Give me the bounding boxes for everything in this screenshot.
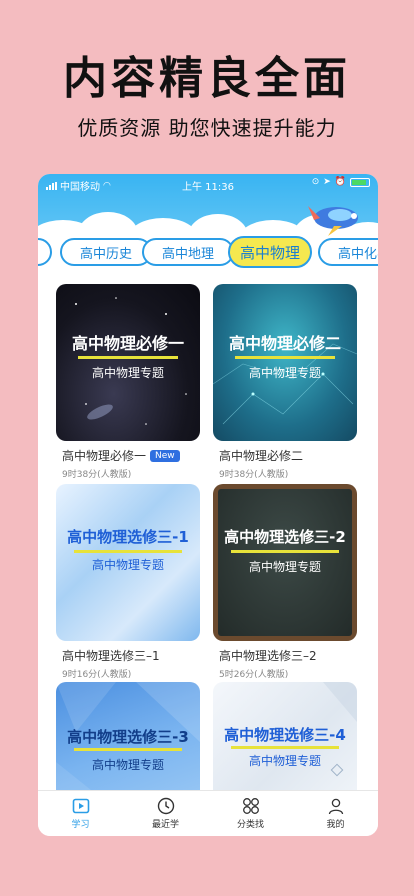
course-title-row: 高中物理选修三–1 xyxy=(56,647,200,664)
thumbnail-subtitle: 高中物理专题 xyxy=(248,754,321,768)
course-thumbnail[interactable]: 高中物理必修二 高中物理专题 xyxy=(213,284,357,441)
thumbnail-underline xyxy=(78,356,178,359)
course-card[interactable]: 高中物理必修二 高中物理专题 高中物理必修二 9时38分(人教版) xyxy=(213,284,357,480)
tab-geography[interactable]: 高中地理 xyxy=(142,238,234,266)
tabbar-study[interactable]: 学习 xyxy=(38,791,123,836)
tab-label: 高中化学 xyxy=(337,246,378,262)
course-title: 高中物理选修三–1 xyxy=(62,649,160,663)
tab-previous[interactable] xyxy=(38,238,52,266)
tabbar-label: 我的 xyxy=(326,820,345,830)
tab-chemistry[interactable]: 高中化学 xyxy=(318,238,378,266)
thumbnail-subtitle: 高中物理专题 xyxy=(248,366,321,380)
phone-screen: 中国移动 ◠ 上午 11:36 ⊙ ➤ ⏰ 高中历史 高中地理 高中物理 高中化… xyxy=(38,174,378,836)
thumbnail-title: 高中物理必修二 xyxy=(228,334,341,353)
tabbar-recent[interactable]: 最近学 xyxy=(123,791,208,836)
tabbar-label: 分类找 xyxy=(236,820,264,830)
tabbar-profile[interactable]: 我的 xyxy=(293,791,378,836)
thumbnail-subtitle: 高中物理专题 xyxy=(248,560,321,574)
thumbnail-title: 高中物理选修三-3 xyxy=(67,728,189,746)
promo-subtitle: 优质资源 助您快速提升能力 xyxy=(77,116,337,140)
tabbar-category[interactable]: 分类找 xyxy=(208,791,293,836)
course-meta: 9时38分(人教版) xyxy=(62,470,132,480)
lock-rotation-icon: ⊙ xyxy=(311,177,320,187)
subject-tabs: 高中历史 高中地理 高中物理 高中化学 xyxy=(38,234,378,268)
new-badge: New xyxy=(150,449,180,462)
course-title-row: 高中物理选修三–2 xyxy=(213,647,357,664)
tab-label: 高中地理 xyxy=(161,246,214,262)
course-thumbnail[interactable]: 高中物理选修三-2 高中物理专题 xyxy=(213,484,357,641)
battery-icon xyxy=(350,177,370,187)
course-card[interactable]: 高中物理选修三-1 高中物理专题 高中物理选修三–1 9时16分(人教版) xyxy=(56,484,200,680)
course-title-row: 高中物理必修一 New xyxy=(56,447,200,464)
user-icon xyxy=(328,798,343,815)
thumbnail-subtitle: 高中物理专题 xyxy=(91,558,164,572)
thumbnail-title: 高中物理必修一 xyxy=(71,334,184,353)
status-bar: 中国移动 ◠ 上午 11:36 ⊙ ➤ ⏰ xyxy=(38,174,378,194)
thumbnail-underline xyxy=(231,550,339,553)
course-card[interactable]: 高中物理必修一 高中物理专题 高中物理必修一 New 9时38分(人教版) xyxy=(56,284,200,480)
play-square-icon xyxy=(72,798,89,814)
tabbar-label: 学习 xyxy=(71,820,90,830)
course-meta: 5时26分(人教版) xyxy=(219,670,289,680)
course-title-row: 高中物理必修二 xyxy=(213,447,357,464)
grid-icon xyxy=(242,798,259,814)
thumbnail-title: 高中物理选修三-2 xyxy=(224,528,346,546)
tab-label: 高中历史 xyxy=(79,246,132,262)
thumbnail-underline xyxy=(74,748,182,751)
course-title: 高中物理必修二 xyxy=(219,449,304,463)
bottom-tab-bar: 学习 最近学 分类找 我的 xyxy=(38,790,378,836)
location-icon: ➤ xyxy=(323,177,331,187)
tab-history[interactable]: 高中历史 xyxy=(60,238,152,266)
course-meta: 9时38分(人教版) xyxy=(219,470,289,480)
thumbnail-subtitle: 高中物理专题 xyxy=(91,366,164,380)
tab-label: 高中物理 xyxy=(239,243,300,262)
network-decoration xyxy=(213,343,357,425)
thumbnail-underline xyxy=(74,550,182,553)
tab-physics[interactable]: 高中物理 xyxy=(228,236,312,268)
course-meta: 9时16分(人教版) xyxy=(62,670,132,680)
course-thumbnail[interactable]: 高中物理必修一 高中物理专题 xyxy=(56,284,200,441)
header-banner: 中国移动 ◠ 上午 11:36 ⊙ ➤ ⏰ 高中历史 高中地理 高中物理 高中化… xyxy=(38,174,378,284)
starfield-decoration xyxy=(75,297,187,425)
thumbnail-underline xyxy=(235,356,335,359)
course-card[interactable]: 高中物理选修三-2 高中物理专题 高中物理选修三–2 5时26分(人教版) xyxy=(213,484,357,680)
thumbnail-subtitle: 高中物理专题 xyxy=(91,758,164,772)
promo-title: 内容精良全面 xyxy=(63,53,351,104)
thumbnail-underline xyxy=(231,746,339,749)
thumbnail-title: 高中物理选修三-4 xyxy=(224,726,346,744)
airplane-mascot-icon xyxy=(308,206,358,236)
tabbar-label: 最近学 xyxy=(151,820,179,830)
thumbnail-title: 高中物理选修三-1 xyxy=(67,528,189,546)
course-thumbnail[interactable]: 高中物理选修三-1 高中物理专题 xyxy=(56,484,200,641)
course-title: 高中物理必修一 xyxy=(62,449,147,463)
course-title: 高中物理选修三–2 xyxy=(219,649,317,663)
alarm-icon: ⏰ xyxy=(334,177,346,187)
clock-icon xyxy=(157,797,174,815)
